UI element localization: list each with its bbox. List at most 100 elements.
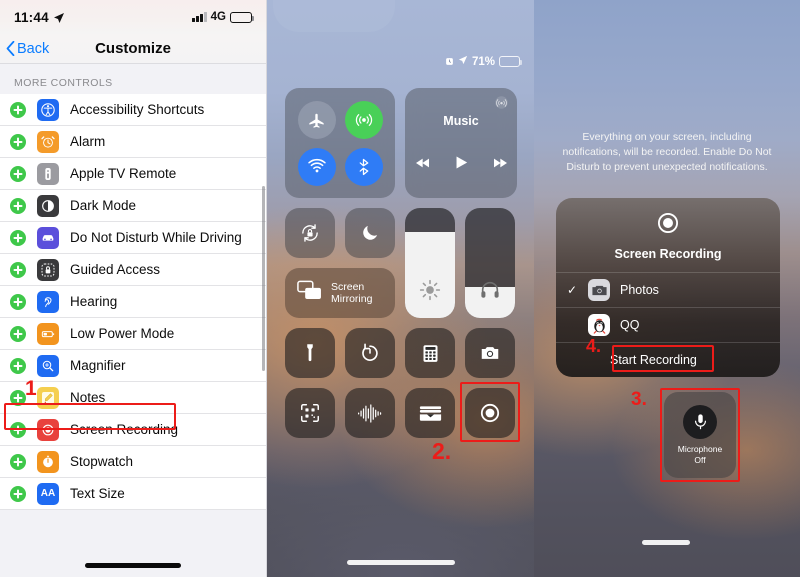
airplay-icon[interactable] xyxy=(494,95,509,115)
control-center-grid: Music Screen Mirroring xyxy=(285,88,517,438)
add-control-button[interactable] xyxy=(10,197,26,214)
connectivity-tile[interactable] xyxy=(285,88,395,198)
destination-label: Photos xyxy=(620,283,659,297)
list-item-screen-recording[interactable]: Screen Recording xyxy=(0,414,266,446)
add-control-button[interactable] xyxy=(10,325,26,342)
brightness-slider[interactable] xyxy=(405,208,455,318)
add-control-button[interactable] xyxy=(10,293,26,310)
airplane-mode-toggle[interactable] xyxy=(297,100,336,139)
alarm-icon xyxy=(445,57,454,66)
add-control-button[interactable] xyxy=(10,133,26,150)
list-item[interactable]: Guided Access xyxy=(0,254,266,286)
cellular-data-toggle[interactable] xyxy=(344,100,383,139)
three-panel-tutorial-screenshot: 11:44 4G Back Customize MORE CONTROLS Ac… xyxy=(0,0,800,577)
calculator-button[interactable] xyxy=(405,328,455,378)
control-center-status-bar: 71% xyxy=(445,55,522,68)
control-center-row-3 xyxy=(285,328,517,378)
bluetooth-toggle[interactable] xyxy=(344,147,383,186)
list-item[interactable]: Low Power Mode xyxy=(0,318,266,350)
add-control-button[interactable] xyxy=(10,165,26,182)
list-item-label: Alarm xyxy=(70,134,106,149)
control-center-row-4 xyxy=(285,388,517,438)
notes-icon xyxy=(37,386,59,409)
list-item[interactable]: Accessibility Shortcuts xyxy=(0,94,266,126)
photos-camera-icon xyxy=(588,279,610,301)
apple-tv-remote-icon xyxy=(37,162,59,185)
list-item[interactable]: Notes xyxy=(0,382,266,414)
section-header-more-controls: MORE CONTROLS xyxy=(0,64,266,94)
sheet-header: Screen Recording xyxy=(556,198,780,272)
list-item[interactable]: AA Text Size xyxy=(0,478,266,510)
network-type-label: 4G xyxy=(210,11,226,23)
back-button[interactable]: Back xyxy=(0,41,49,57)
list-item[interactable]: Dark Mode xyxy=(0,190,266,222)
list-item[interactable]: Apple TV Remote xyxy=(0,158,266,190)
do-not-disturb-toggle[interactable] xyxy=(345,208,395,258)
microphone-label-line2: Off xyxy=(694,454,706,465)
list-item[interactable]: Hearing xyxy=(0,286,266,318)
qq-penguin-icon xyxy=(588,314,610,336)
add-control-button[interactable] xyxy=(10,261,26,278)
location-arrow-icon xyxy=(458,55,468,68)
add-control-button[interactable] xyxy=(10,389,26,406)
screen-recording-icon xyxy=(37,418,59,441)
add-control-button[interactable] xyxy=(10,101,26,118)
list-item-label: Hearing xyxy=(70,294,118,309)
wallet-button[interactable] xyxy=(405,388,455,438)
battery-icon xyxy=(499,56,522,67)
navigation-bar: Back Customize xyxy=(0,34,266,64)
step-number-1: 1 xyxy=(25,377,37,400)
microphone-label-line1: Microphone xyxy=(677,443,723,454)
signal-strength-icon xyxy=(192,12,207,22)
sheet-title: Screen Recording xyxy=(614,247,722,261)
list-item[interactable]: Magnifier xyxy=(0,350,266,382)
dark-mode-icon xyxy=(37,194,59,217)
text-size-glyph: AA xyxy=(40,488,56,499)
music-title: Music xyxy=(443,114,479,128)
screen-recording-icon xyxy=(655,212,681,240)
stopwatch-icon xyxy=(37,450,59,473)
screen-mirroring-tile[interactable]: Screen Mirroring xyxy=(285,268,395,318)
add-control-button[interactable] xyxy=(10,357,26,374)
more-controls-list: Accessibility Shortcuts Alarm Apple TV R… xyxy=(0,94,266,510)
list-item[interactable]: Alarm xyxy=(0,126,266,158)
scrollbar[interactable] xyxy=(262,186,265,371)
status-indicators: 4G xyxy=(192,11,255,23)
checkmark-icon: ✓ xyxy=(566,283,578,297)
list-item[interactable]: Do Not Disturb While Driving xyxy=(0,222,266,254)
screen-recording-button[interactable] xyxy=(465,388,515,438)
guided-access-lock-icon xyxy=(37,258,59,281)
add-control-button[interactable] xyxy=(10,421,26,438)
status-bar: 11:44 4G xyxy=(0,0,266,34)
step-number-2: 2. xyxy=(432,438,452,464)
music-tile[interactable]: Music xyxy=(405,88,517,198)
microphone-toggle[interactable]: Microphone Off xyxy=(664,392,736,478)
rewind-button[interactable] xyxy=(415,155,431,176)
screen-mirroring-label: Screen Mirroring xyxy=(331,280,373,306)
toggles-row xyxy=(285,208,395,258)
chevron-left-icon xyxy=(6,40,15,57)
qr-code-scanner-button[interactable] xyxy=(285,388,335,438)
add-control-button[interactable] xyxy=(10,453,26,470)
list-item-label: Do Not Disturb While Driving xyxy=(70,230,242,245)
microphone-icon xyxy=(683,404,717,439)
camera-button[interactable] xyxy=(465,328,515,378)
sound-recognition-button[interactable] xyxy=(345,388,395,438)
list-item-label: Stopwatch xyxy=(70,454,134,469)
add-control-button[interactable] xyxy=(10,485,26,502)
control-center-row-2: Screen Mirroring xyxy=(285,208,517,318)
flashlight-button[interactable] xyxy=(285,328,335,378)
home-indicator xyxy=(642,540,690,545)
rotation-lock-toggle[interactable] xyxy=(285,208,335,258)
timer-button[interactable] xyxy=(345,328,395,378)
destination-row-photos[interactable]: ✓ Photos xyxy=(556,272,780,307)
headphones-icon xyxy=(479,279,501,306)
volume-slider[interactable] xyxy=(465,208,515,318)
list-item-label: Low Power Mode xyxy=(70,326,175,341)
add-control-button[interactable] xyxy=(10,229,26,246)
fast-forward-button[interactable] xyxy=(492,155,508,176)
play-button[interactable] xyxy=(453,154,470,176)
wifi-toggle[interactable] xyxy=(297,147,336,186)
list-item[interactable]: Stopwatch xyxy=(0,446,266,478)
destination-label: QQ xyxy=(620,318,640,332)
